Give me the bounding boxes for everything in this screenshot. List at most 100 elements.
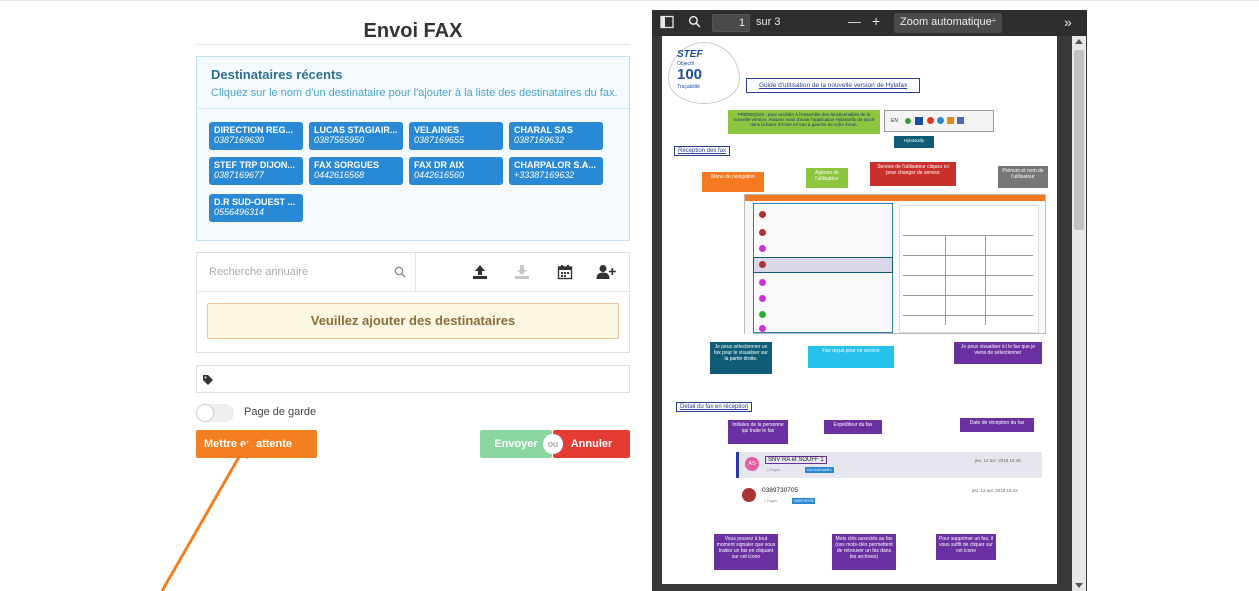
or-separator: ou (543, 434, 563, 454)
prereq-box: PRÉREQUIS : pour accéder à l'ensemble de… (728, 110, 880, 134)
calendar-icon[interactable] (554, 261, 576, 283)
detail-tag-2: 0389730705 (792, 498, 816, 504)
detail-tag-1: snv ra et souff 1 (805, 467, 834, 473)
recipient-chip[interactable]: FAX SORGUES 0442616568 (309, 157, 403, 185)
recipient-name: CHARPALOR S.A... (514, 160, 596, 170)
scroll-down-icon[interactable] (1075, 583, 1083, 588)
download-icon[interactable] (511, 261, 533, 283)
callout-expediteur: Expéditeur du fax (824, 420, 882, 434)
detail-pages-1: 1 Pages (767, 468, 780, 472)
toolbar-divider (415, 253, 416, 291)
tags-input[interactable] (196, 365, 630, 393)
callout-supprimer: Pour supprimer un fax, il vous suffit de… (936, 534, 996, 560)
page-number-input[interactable]: 1 (712, 14, 750, 32)
callout-mots-cles: Mots clés associés au fax (ces mots-clés… (832, 534, 896, 570)
no-recipients-alert: Veuillez ajouter des destinataires (207, 303, 619, 339)
recent-recipients-hint: Cliquez sur le nom d'un destinataire pou… (211, 87, 618, 99)
user-icon (742, 488, 756, 502)
recipient-phone: 0387565950 (314, 135, 365, 145)
pdf-page: STEF Objectif 100 Traçabilité Guide d'ut… (662, 36, 1057, 584)
cover-page-toggle[interactable] (196, 404, 234, 422)
recipient-phone: +33387169632 (514, 170, 575, 180)
recipient-name: FAX SORGUES (314, 160, 380, 170)
initials-avatar: AS (745, 457, 759, 471)
callout-signaler: Vous pouvez à tout moment signaler que v… (714, 534, 778, 570)
recipient-phone: 0387169655 (414, 135, 465, 145)
page-title: Envoi FAX (363, 20, 463, 42)
send-button[interactable]: Envoyer (480, 430, 552, 458)
recipient-chip[interactable]: VELAINES 0387169655 (409, 122, 503, 150)
directory-search-input[interactable] (197, 253, 417, 291)
add-user-icon[interactable] (595, 261, 617, 283)
recipient-chip[interactable]: DIRECTION REG... 0387169630 (209, 122, 303, 150)
recent-recipients-panel: Destinataires récents Cliquez sur le nom… (196, 56, 630, 241)
callout-visualiser: Je peux visualiser ici le fax que je vie… (954, 342, 1042, 364)
top-border (0, 0, 1259, 6)
hylanotify-label: HylaNotify (894, 136, 934, 148)
guide-title: Guide d'utilisation de la nouvelle versi… (746, 78, 921, 93)
detail-sender-2: 0389730705 (762, 487, 799, 494)
logo-trace: Traçabilité (677, 84, 700, 90)
sidebar-toggle-icon[interactable] (660, 15, 674, 32)
recipient-phone: 0387169632 (514, 135, 565, 145)
cancel-button[interactable]: Annuler (553, 430, 630, 458)
recipient-name: DIRECTION REG... (214, 125, 294, 135)
recipient-name: D.R SUD-OUEST ... (214, 197, 296, 207)
logo-brand: STEF (677, 49, 703, 60)
upload-icon[interactable] (469, 261, 491, 283)
detail-date-2: jeu. 12 avr. 2018 15:42 (972, 488, 1018, 493)
fax-page: Envoi FAX Destinataires récents Cliquez … (0, 0, 1259, 591)
logo-num: 100 (677, 66, 703, 83)
app-screenshot (744, 194, 1046, 335)
stef-logo: STEF Objectif 100 Traçabilité (668, 42, 740, 104)
detail-row-1: AS SNV RA et SOUFF 1 1 Pages snv ra et s… (736, 452, 1042, 478)
detail-pages-2: 1 Pages (764, 499, 777, 503)
scrollbar-thumb[interactable] (1074, 50, 1084, 230)
taskbar-screenshot: EN (884, 110, 994, 132)
detail-sender-1: SNV RA et SOUFF 1 (765, 456, 827, 464)
recipient-chip[interactable]: CHARPALOR S.A... +33387169632 (509, 157, 603, 185)
callout-service: Service de l'utilisateur cliquez ici pou… (870, 162, 956, 186)
callout-menu: Menu de navigation (702, 172, 764, 192)
hold-button[interactable]: Mettre en attente (196, 430, 317, 458)
recipient-chip[interactable]: STEF TRP DIJON... 0387169677 (209, 157, 303, 185)
scroll-up-icon[interactable] (1075, 39, 1083, 44)
callout-date: Date de réception du fax (960, 418, 1034, 432)
title-divider (196, 44, 630, 45)
section-reception: Réception des fax (674, 146, 731, 156)
recipient-phone: 0442616568 (314, 170, 365, 180)
viewer-scrollbar[interactable] (1072, 36, 1086, 591)
recipient-chip[interactable]: LUCAS STAGIAIR... 0387565950 (309, 122, 403, 150)
recipient-name: CHARAL SAS (514, 125, 573, 135)
recipient-phone: 0387169677 (214, 170, 265, 180)
zoom-out-button[interactable]: — (848, 14, 861, 29)
page-count: sur 3 (756, 16, 781, 28)
zoom-in-button[interactable]: + (872, 13, 880, 29)
detail-row-2: 0389730705 1 Pages 0389730705 jeu. 12 av… (736, 482, 1042, 524)
recipient-name: STEF TRP DIJON... (214, 160, 295, 170)
chevron-updown-icon: ÷ (991, 16, 996, 25)
find-icon[interactable] (688, 15, 701, 31)
recipient-name: LUCAS STAGIAIR... (314, 125, 398, 135)
recipient-chip[interactable]: D.R SUD-OUEST ... 0556496314 (209, 194, 303, 222)
recipient-name: VELAINES (414, 125, 460, 135)
recipient-chip[interactable]: FAX DR AIX 0442616560 (409, 157, 503, 185)
cover-page-label: Page de garde (244, 406, 317, 418)
recipient-phone: 0556496314 (214, 207, 265, 217)
tag-icon (202, 373, 214, 391)
search-icon[interactable] (389, 261, 411, 283)
recent-recipients-title: Destinataires récents (211, 67, 343, 82)
callout-initiales: Initiales de la personne qui traite le f… (728, 420, 788, 444)
tools-menu-button[interactable]: » (1064, 14, 1072, 30)
zoom-select[interactable]: Zoom automatique ÷ (894, 13, 1002, 33)
callout-fax-recus: Fax reçus pour ce service (808, 346, 894, 368)
directory-toolbar (196, 252, 630, 292)
zoom-select-value: Zoom automatique (900, 16, 992, 28)
recipients-list: Veuillez ajouter des destinataires (196, 291, 630, 353)
recipient-chip[interactable]: CHARAL SAS 0387169632 (509, 122, 603, 150)
recent-recipients-header: Destinataires récents Cliquez sur le nom… (197, 57, 629, 109)
callout-prenom: Prénom et nom de l'utilisateur (998, 166, 1048, 188)
section-detail: Detail du fax en réception (676, 402, 753, 412)
recipient-phone: 0442616560 (414, 170, 465, 180)
callout-agence: Agence de l'utilisateur (806, 168, 848, 188)
